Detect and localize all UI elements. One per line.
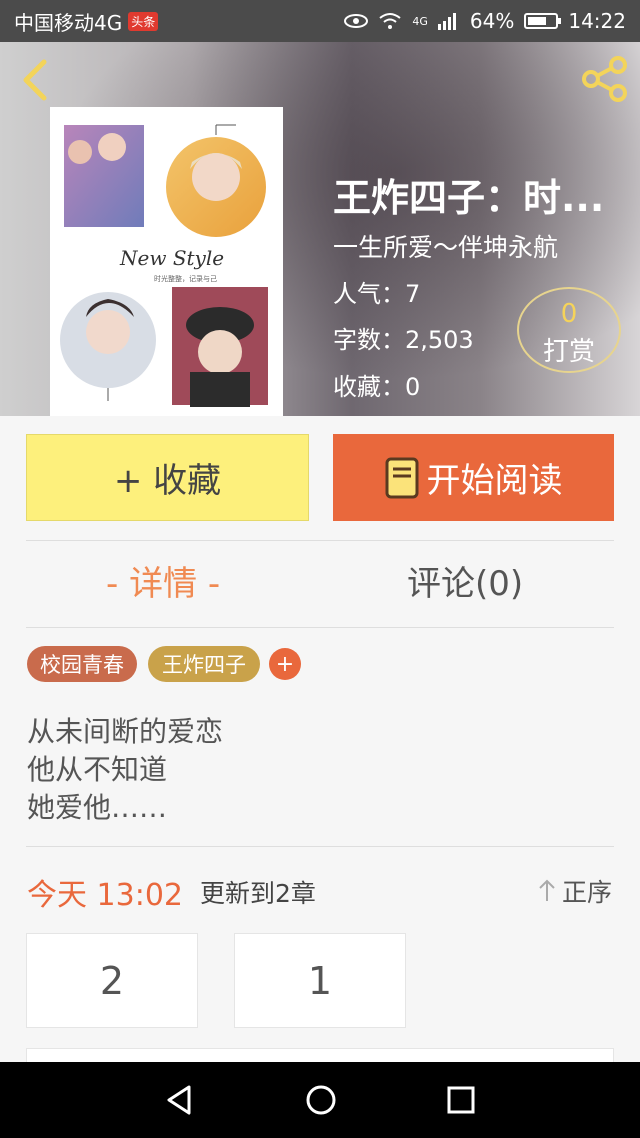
status-bar: 中国移动4G 头条 4G 64% 14:22 — [0, 0, 640, 42]
tip-label: 打赏 — [542, 337, 595, 367]
tab-detail[interactable]: - 详情 - — [106, 556, 220, 605]
book-author[interactable]: 一生所爱～伴坤永航 — [333, 228, 558, 264]
clock: 14:22 — [568, 9, 626, 33]
book-header: New Style 时光整整，记录与己 王炸四子：时... 一生所爱～伴坤永航 … — [0, 42, 640, 416]
update-text: 更新到2章 — [200, 879, 316, 908]
chapter-item[interactable]: 2 — [26, 933, 198, 1028]
network-label: 4G — [412, 14, 428, 28]
description-line: 从未间断的爱恋 — [27, 715, 224, 748]
cover-small-text: 时光整整，记录与己 — [154, 274, 217, 283]
signal-icon — [437, 13, 456, 30]
system-nav-bar — [0, 1062, 640, 1138]
start-reading-button[interactable]: 开始阅读 — [333, 434, 614, 521]
tip-count: 0 — [560, 299, 578, 329]
carrier-label: 中国移动4G — [14, 10, 123, 35]
sort-order-button[interactable]: 正序 — [538, 873, 612, 909]
battery-icon — [524, 13, 562, 29]
description-line: 她爱他…… — [27, 791, 168, 824]
recents-nav-icon[interactable] — [447, 1086, 475, 1114]
tag-wangzha-sizi[interactable]: 王炸四子 — [148, 646, 260, 682]
description-line: 他从不知道 — [27, 753, 168, 786]
eye-icon — [344, 14, 369, 28]
status-icons: 4G 64% 14:22 — [344, 9, 626, 33]
add-favorite-label: + 收藏 — [113, 461, 222, 501]
back-nav-icon[interactable] — [165, 1084, 195, 1116]
divider — [26, 540, 614, 541]
news-badge: 头条 — [128, 11, 159, 31]
cover-caption: New Style — [119, 246, 224, 270]
battery-percent: 64% — [469, 9, 515, 33]
share-icon[interactable] — [580, 56, 630, 102]
favorites-stat: 收藏：0 — [333, 373, 421, 401]
wifi-icon — [379, 13, 401, 29]
popularity-stat: 人气：7 — [333, 280, 421, 308]
divider — [26, 627, 614, 628]
tab-comments[interactable]: 评论(0) — [407, 556, 523, 605]
book-description: 从未间断的爱恋 他从不知道 她爱他…… — [27, 713, 223, 827]
book-icon — [385, 457, 418, 498]
carrier: 中国移动4G 头条 — [14, 7, 159, 36]
sort-label: 正序 — [561, 878, 612, 907]
tip-button[interactable]: 0 打赏 — [517, 287, 621, 373]
start-reading-label: 开始阅读 — [426, 461, 563, 501]
sort-arrow-icon — [539, 879, 555, 901]
add-tag-button[interactable]: + — [269, 648, 301, 680]
add-favorite-button[interactable]: + 收藏 — [26, 434, 309, 521]
back-icon[interactable] — [16, 56, 56, 104]
book-cover[interactable]: New Style 时光整整，记录与己 — [50, 107, 283, 416]
book-title: 王炸四子：时... — [333, 176, 605, 220]
chapter-item[interactable]: 1 — [234, 933, 406, 1028]
update-time: 今天 13:02 — [27, 878, 183, 913]
divider — [26, 846, 614, 847]
tag-campus-youth[interactable]: 校园青春 — [27, 646, 137, 682]
home-nav-icon[interactable] — [305, 1084, 337, 1116]
word-count-stat: 字数：2,503 — [333, 326, 474, 354]
